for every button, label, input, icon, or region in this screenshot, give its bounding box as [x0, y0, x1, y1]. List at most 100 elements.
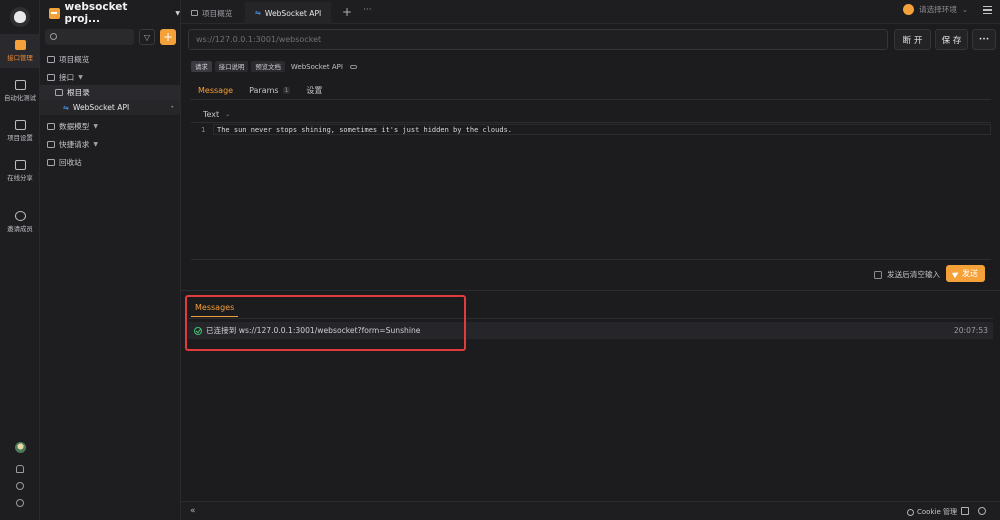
- doc-subtabs: 请求 接口说明 预览文档 WebSocket API: [191, 61, 357, 72]
- app-rail: 接口管理 自动化测试 项目设置 在线分享 邀请成员: [0, 0, 40, 520]
- format-select[interactable]: Text ⌄: [203, 110, 230, 119]
- request-panel: ws://127.0.0.1:3001/websocket 断 开 保 存 ••…: [181, 24, 1000, 501]
- tree-item-websocket-api[interactable]: ⇋ WebSocket API •: [40, 100, 180, 115]
- message-text: 已连接到 ws://127.0.0.1:3001/websocket?form=…: [206, 326, 421, 335]
- filter-icon: ▽: [143, 32, 151, 42]
- tab-message[interactable]: Message: [190, 81, 242, 100]
- api-folder-icon: [47, 74, 55, 81]
- check-circle-icon: [194, 326, 202, 335]
- message-body[interactable]: The sun never stops shining, sometimes i…: [217, 126, 512, 134]
- rail-item-invite[interactable]: 邀请成员: [0, 205, 40, 239]
- trash-icon: [47, 159, 55, 166]
- overview-icon: [47, 56, 55, 63]
- send-button[interactable]: 发送: [946, 265, 985, 282]
- tab-label: Messages: [195, 303, 235, 312]
- project-name: websocket proj...: [64, 1, 128, 25]
- quick-request-icon: [47, 141, 55, 148]
- menu-icon[interactable]: [983, 6, 992, 14]
- tree-item-api[interactable]: 接口 ▼: [40, 70, 180, 85]
- panel-splitter[interactable]: [181, 290, 1000, 291]
- environment-placeholder: 请选择环境: [919, 5, 957, 14]
- send-label: 发送: [962, 269, 978, 278]
- more-icon[interactable]: •: [170, 104, 174, 111]
- divider: [188, 318, 993, 319]
- url-placeholder: ws://127.0.0.1:3001/websocket: [196, 35, 322, 44]
- tree-item-overview[interactable]: 项目概览: [40, 52, 180, 67]
- disconnect-button[interactable]: 断 开: [894, 29, 931, 50]
- gear-icon: [16, 482, 24, 490]
- tree-item-models[interactable]: 数据模型 ▼: [40, 119, 180, 134]
- add-button[interactable]: +: [160, 29, 176, 45]
- help-icon[interactable]: [978, 507, 986, 515]
- rail-item-label: 邀请成员: [7, 225, 33, 233]
- rail-item-share[interactable]: 在线分享: [0, 154, 40, 188]
- notification-button[interactable]: [0, 465, 40, 473]
- rail-item-settings[interactable]: 项目设置: [0, 114, 40, 148]
- filter-button[interactable]: ▽: [139, 29, 155, 45]
- collapse-sidebar-icon[interactable]: «: [190, 506, 196, 516]
- help-button[interactable]: [0, 499, 40, 507]
- link-icon[interactable]: [349, 64, 357, 69]
- format-value: Text: [203, 110, 220, 119]
- subtab-request[interactable]: 请求: [191, 61, 212, 72]
- project-sidebar: websocket proj... ▼ ▽ + 项目概览 接口 ▼ 根目录 ⇋ …: [40, 0, 181, 520]
- tab-overview[interactable]: 项目概览: [181, 2, 242, 24]
- tab-overflow-button[interactable]: ···: [363, 5, 372, 15]
- overview-icon: [191, 10, 198, 16]
- tab-settings[interactable]: 设置: [298, 81, 330, 100]
- more-icon: ···: [363, 5, 372, 15]
- disconnect-label: 断 开: [902, 35, 923, 46]
- clear-after-send-option[interactable]: 发送后清空输入: [874, 269, 940, 280]
- messages-tabs: Messages: [191, 299, 239, 317]
- tab-messages[interactable]: Messages: [191, 299, 239, 317]
- tree-item-label: 数据模型: [59, 122, 90, 131]
- websocket-icon: ⇋: [255, 9, 261, 17]
- shield-icon: [16, 499, 24, 507]
- divider: [190, 99, 991, 100]
- save-button[interactable]: 保 存: [935, 29, 968, 50]
- user-avatar[interactable]: [0, 442, 40, 453]
- message-editor[interactable]: 1 The sun never stops shining, sometimes…: [191, 122, 991, 260]
- clear-after-send-label: 发送后清空输入: [887, 270, 941, 279]
- rail-item-api[interactable]: 接口管理: [0, 34, 40, 68]
- rail-item-label: 项目设置: [7, 134, 33, 142]
- tree-search-input[interactable]: [45, 29, 134, 45]
- url-input[interactable]: ws://127.0.0.1:3001/websocket: [188, 29, 888, 50]
- preferences-button[interactable]: [0, 482, 40, 490]
- tab-label: 设置: [306, 86, 323, 95]
- more-icon: •••: [978, 36, 990, 43]
- new-tab-button[interactable]: +: [342, 5, 352, 19]
- message-time: 20:07:53: [953, 326, 988, 335]
- caret-down-icon: ▼: [93, 141, 98, 148]
- tab-params[interactable]: Params 1: [241, 81, 298, 100]
- bell-icon: [16, 465, 24, 473]
- tab-bar: 项目概览 ⇋ WebSocket API + ··· 请选择环境 ⌄: [181, 0, 1000, 24]
- tab-label: Params: [249, 86, 279, 95]
- tree-item-root[interactable]: 根目录: [40, 85, 180, 100]
- cookie-manager-button[interactable]: Cookie 管理: [907, 507, 957, 517]
- subtab-preview[interactable]: 预览文档: [251, 61, 285, 72]
- message-row[interactable]: 已连接到 ws://127.0.0.1:3001/websocket?form=…: [188, 322, 993, 339]
- params-count-badge: 1: [282, 87, 291, 94]
- caret-down-icon: ▼: [93, 123, 98, 130]
- more-button[interactable]: •••: [972, 29, 996, 50]
- clear-after-send-checkbox[interactable]: [874, 270, 882, 279]
- tab-websocket-api[interactable]: ⇋ WebSocket API: [245, 2, 332, 24]
- tree-item-quick-request[interactable]: 快捷请求 ▼: [40, 137, 180, 152]
- environment-select[interactable]: 请选择环境 ⌄: [903, 4, 968, 15]
- subtab-description[interactable]: 接口说明: [214, 61, 249, 72]
- folder-icon: [55, 89, 63, 96]
- tree-item-label: 项目概览: [59, 55, 90, 64]
- caret-down-icon: ▼: [78, 74, 83, 81]
- rail-item-automation[interactable]: 自动化测试: [0, 74, 40, 108]
- avatar-icon: [14, 442, 26, 453]
- cookie-label: Cookie 管理: [917, 508, 957, 516]
- shirt-icon[interactable]: [961, 507, 969, 515]
- send-icon: [951, 269, 961, 278]
- status-bar: « Cookie 管理: [181, 501, 1000, 520]
- tree-item-trash[interactable]: 回收站: [40, 155, 180, 170]
- project-switcher[interactable]: websocket proj... ▼: [49, 1, 180, 25]
- tree-item-label: 回收站: [59, 158, 82, 167]
- rail-item-label: 自动化测试: [4, 94, 36, 102]
- rail-item-label: 在线分享: [7, 174, 33, 182]
